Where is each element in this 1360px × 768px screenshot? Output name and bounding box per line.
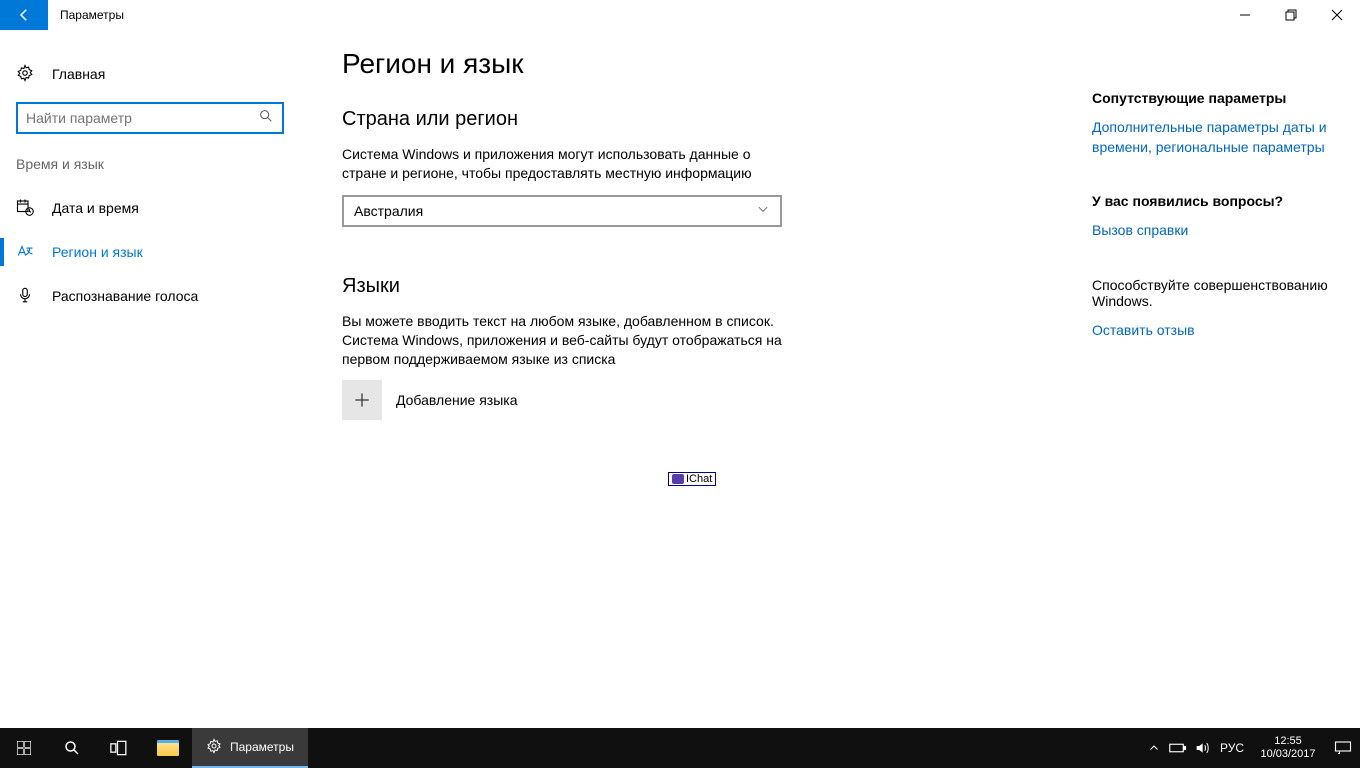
gear-icon xyxy=(16,64,34,85)
search-button[interactable] xyxy=(48,728,96,768)
maximize-button[interactable] xyxy=(1268,0,1314,30)
minimize-button[interactable] xyxy=(1222,0,1268,30)
start-button[interactable] xyxy=(0,728,48,768)
languages-description: Вы можете вводить текст на любом языке, … xyxy=(342,312,782,369)
clock[interactable]: 12:55 10/03/2017 xyxy=(1250,735,1326,760)
related-panel: Сопутствующие параметры Дополнительные п… xyxy=(1092,30,1360,728)
close-button[interactable] xyxy=(1314,0,1360,30)
language-icon xyxy=(16,242,34,263)
home-label: Главная xyxy=(52,66,105,82)
ichat-icon xyxy=(672,474,684,484)
input-language-indicator[interactable]: РУС xyxy=(1214,741,1250,755)
system-tray: РУС 12:55 10/03/2017 xyxy=(1142,728,1360,768)
related-link-date-region[interactable]: Дополнительные параметры даты и времени,… xyxy=(1092,118,1340,157)
home-nav[interactable]: Главная xyxy=(0,54,300,94)
feedback-link[interactable]: Оставить отзыв xyxy=(1092,321,1340,341)
nav-date-time[interactable]: Дата и время xyxy=(0,186,300,230)
settings-content: Регион и язык Страна или регион Система … xyxy=(300,30,1092,728)
back-button[interactable] xyxy=(0,0,48,30)
battery-icon[interactable] xyxy=(1166,742,1190,754)
settings-sidebar: Главная Время и язык Дата и время Регион… xyxy=(0,30,300,728)
section-label: Время и язык xyxy=(0,156,300,172)
add-language-button[interactable]: Добавление языка xyxy=(342,380,1052,420)
taskbar-app-label: Параметры xyxy=(230,740,294,754)
clock-time: 12:55 xyxy=(1274,735,1302,748)
file-explorer-button[interactable] xyxy=(144,728,192,768)
microphone-icon xyxy=(16,286,34,307)
volume-icon[interactable] xyxy=(1190,740,1214,756)
clock-date: 10/03/2017 xyxy=(1260,748,1315,761)
country-description: Система Windows и приложения могут испол… xyxy=(342,145,782,183)
title-bar: Параметры xyxy=(0,0,1360,30)
help-link[interactable]: Вызов справки xyxy=(1092,221,1340,241)
tray-overflow-icon[interactable] xyxy=(1142,742,1166,754)
nav-item-label: Дата и время xyxy=(52,200,139,216)
folder-icon xyxy=(157,740,179,756)
questions-heading: У вас появились вопросы? xyxy=(1092,193,1340,209)
ichat-label: IChat xyxy=(686,473,712,485)
related-heading: Сопутствующие параметры xyxy=(1092,90,1340,106)
ichat-watermark: IChat xyxy=(668,472,716,486)
search-field[interactable] xyxy=(26,110,258,126)
nav-speech[interactable]: Распознавание голоса xyxy=(0,274,300,318)
task-view-button[interactable] xyxy=(96,728,144,768)
calendar-clock-icon xyxy=(16,198,34,219)
plus-icon xyxy=(342,380,382,420)
action-center-icon[interactable] xyxy=(1326,740,1360,756)
add-language-label: Добавление языка xyxy=(396,392,518,408)
country-value: Австралия xyxy=(354,203,756,219)
improve-heading: Способствуйте совершенствованию Windows. xyxy=(1092,277,1340,309)
taskbar-app-settings[interactable]: Параметры xyxy=(192,728,308,768)
search-input[interactable] xyxy=(16,102,284,134)
country-heading: Страна или регион xyxy=(342,108,1052,131)
nav-item-label: Распознавание голоса xyxy=(52,288,198,304)
chevron-down-icon xyxy=(756,202,770,219)
window-title: Параметры xyxy=(48,0,124,30)
search-icon xyxy=(258,108,274,129)
country-select[interactable]: Австралия xyxy=(342,195,782,227)
nav-region-language[interactable]: Регион и язык xyxy=(0,230,300,274)
nav-item-label: Регион и язык xyxy=(52,244,143,260)
taskbar: Параметры РУС 12:55 10/03/2017 xyxy=(0,728,1360,768)
languages-heading: Языки xyxy=(342,275,1052,298)
page-title: Регион и язык xyxy=(342,48,1052,80)
gear-icon xyxy=(206,738,222,757)
